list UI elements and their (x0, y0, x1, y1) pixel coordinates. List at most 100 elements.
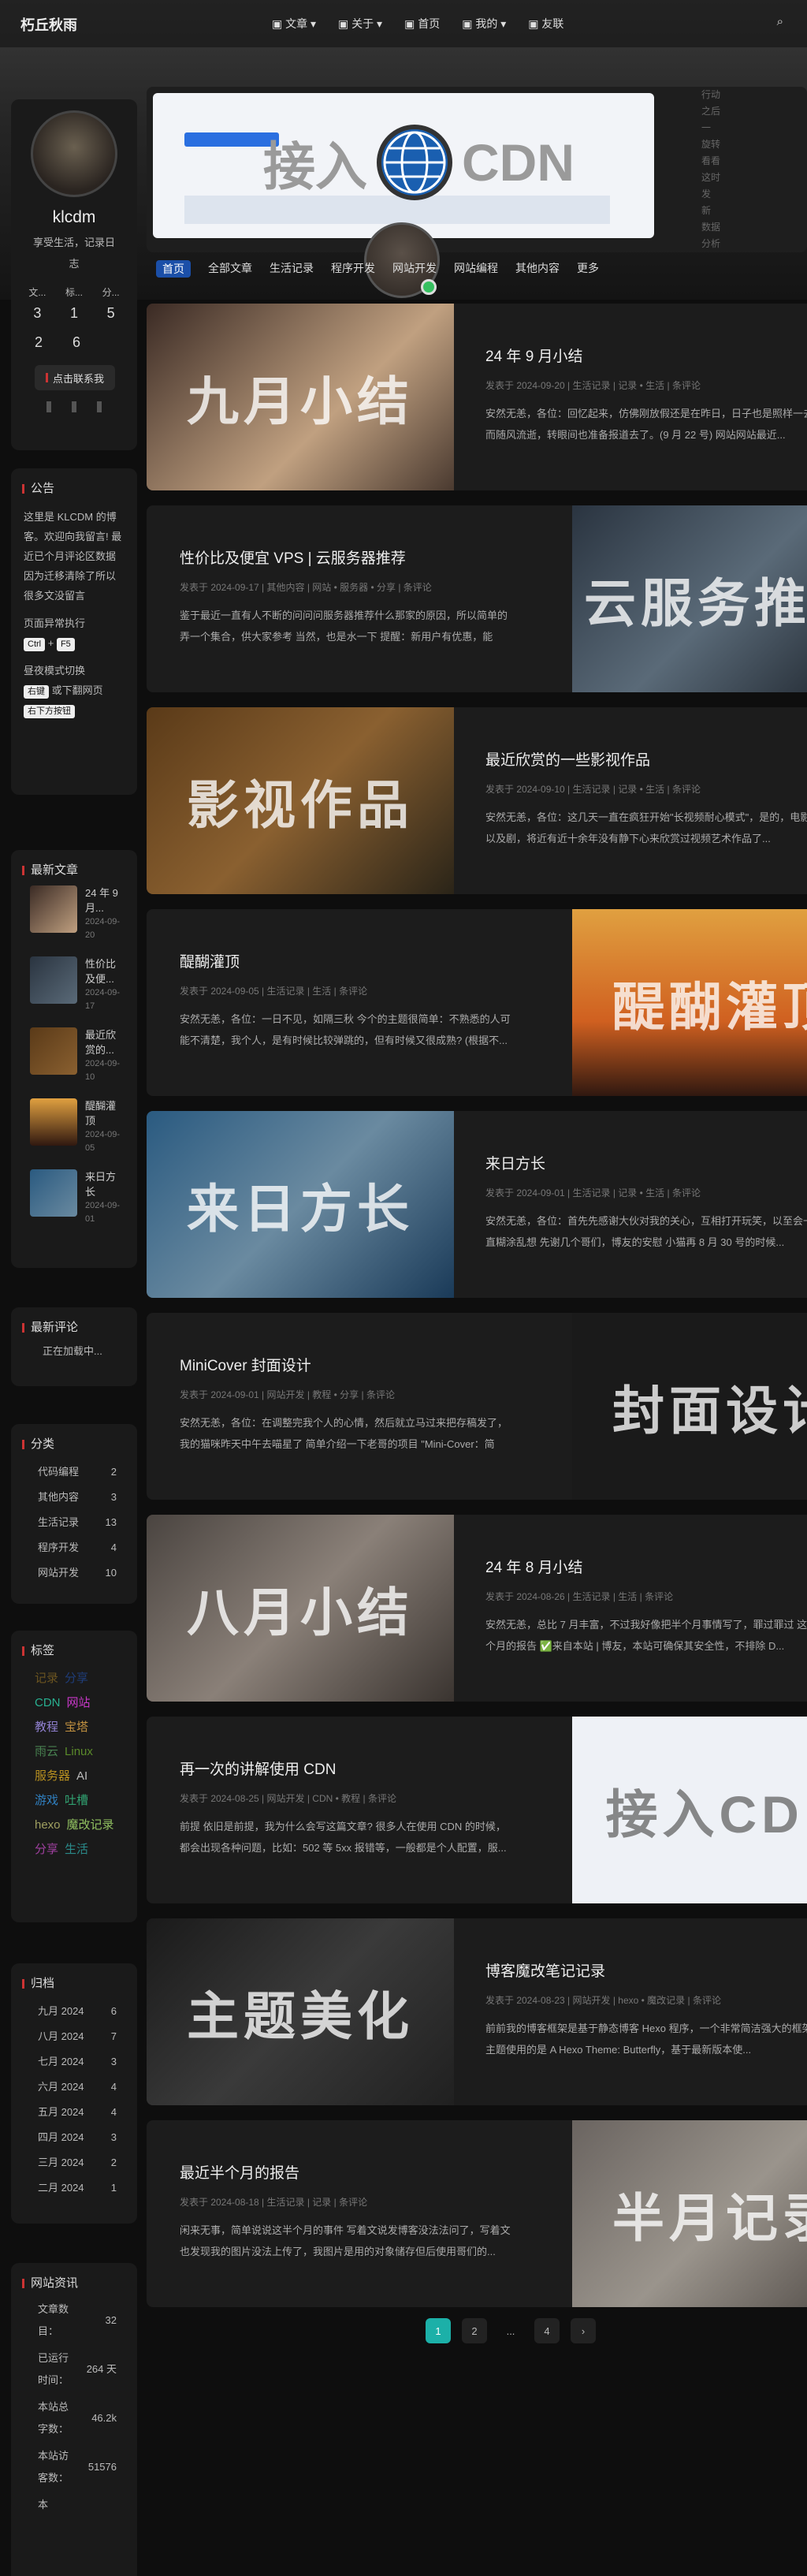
profile-stats-values-2: 26 (35, 334, 81, 350)
category-item[interactable]: 生活记录 13 (11, 1510, 137, 1535)
tag-item[interactable]: 教程 (35, 1720, 58, 1734)
post-card[interactable]: 来日方长 来日方长 发表于 2024-09-01 | 生活记录 | 记录 • 生活… (147, 1111, 807, 1298)
tag-item[interactable]: 魔改记录 (67, 1818, 114, 1832)
post-card[interactable]: 影视作品 最近欣赏的一些影视作品 发表于 2024-09-10 | 生活记录 | … (147, 707, 807, 894)
recent-thumb (30, 1169, 77, 1217)
tag-item[interactable]: 服务器 (35, 1769, 70, 1783)
tab-web[interactable]: 网站开发 (392, 260, 437, 278)
social-icon-3[interactable] (97, 401, 102, 412)
notice-keys-1: Ctrl + F5 (11, 633, 137, 653)
post-title[interactable]: 来日方长 (485, 1152, 807, 1173)
post-excerpt: 安然无恙，各位：一日不见，如隔三秋 今个的主题很简单：不熟悉的人可能不清楚，我个… (180, 1013, 511, 1046)
nav-item-mine[interactable]: ▣ 我的 ▾ (462, 16, 506, 32)
featured-banner[interactable]: 接入 CDN 行动 之后一旋转 看看 这时发新数据 分析 (147, 87, 807, 252)
site-info-title: 网站资讯 (22, 2274, 137, 2291)
notice-card: 公告 这里是 KLCDM 的博客。欢迎向我留言! 最近已个月评论区数据因为迁移清… (11, 468, 137, 795)
notice-keys-2: 右键 或下翻网页 (11, 680, 137, 700)
post-card[interactable]: 封面设计 MiniCover 封面设计发表于 2024-09-01 | 网站开发… (147, 1313, 807, 1500)
archive-item[interactable]: 六月 2024 4 (11, 2075, 137, 2100)
tag-item[interactable]: 分享 (35, 1843, 58, 1856)
post-title[interactable]: 24 年 9 月小结 (485, 345, 807, 366)
comments-title: 最新评论 (22, 1318, 137, 1335)
archive-item[interactable]: 七月 2024 3 (11, 2049, 137, 2075)
list-item[interactable]: 最近欣赏的... 2024-09-10 (30, 1027, 126, 1084)
page-4[interactable]: 4 (534, 2318, 560, 2343)
post-title[interactable]: 最近欣赏的一些影视作品 (485, 748, 807, 770)
archive-item[interactable]: 二月 2024 1 (11, 2175, 137, 2201)
tag-item[interactable]: 生活 (65, 1843, 88, 1856)
tab-program[interactable]: 程序开发 (331, 260, 375, 278)
post-cover: 封面设计 (572, 1313, 807, 1500)
social-icon-1[interactable] (46, 401, 51, 412)
post-title[interactable]: 博客魔改笔记记录 (485, 1959, 807, 1981)
post-card[interactable]: 八月小结 24 年 8 月小结 发表于 2024-08-26 | 生活记录 | 生… (147, 1515, 807, 1702)
post-card[interactable]: 云服务推荐 性价比及便宜 VPS | 云服务器推荐发表于 2024-09-17 … (147, 505, 807, 692)
nav-item-friends[interactable]: ▣ 友联 (528, 16, 563, 32)
tab-more[interactable]: 更多 (577, 260, 599, 278)
post-title[interactable]: MiniCover 封面设计 (180, 1354, 511, 1375)
comments-card: 最新评论 正在加载中... (11, 1307, 137, 1386)
post-title[interactable]: 24 年 8 月小结 (485, 1556, 807, 1577)
nav-item-articles[interactable]: ▣ 文章 ▾ (272, 16, 316, 32)
post-title[interactable]: 最近半个月的报告 (180, 2161, 511, 2183)
tag-item[interactable]: AI (76, 1769, 87, 1783)
tab-life[interactable]: 生活记录 (270, 260, 314, 278)
tab-other[interactable]: 其他内容 (515, 260, 560, 278)
post-card[interactable]: 醍醐灌顶 醍醐灌顶发表于 2024-09-05 | 生活记录 | 生活 | 条评… (147, 909, 807, 1096)
tab-home[interactable]: 首页 (156, 260, 191, 278)
post-card[interactable]: 九月小结 24 年 9 月小结 发表于 2024-09-20 | 生活记录 | 记… (147, 304, 807, 490)
avatar[interactable] (31, 110, 117, 197)
nav-item-about[interactable]: ▣ 关于 ▾ (338, 16, 382, 32)
tag-item[interactable]: 雨云 (35, 1745, 58, 1758)
recent-title: 最新文章 (22, 861, 137, 878)
tag-item[interactable]: 游戏 (35, 1794, 58, 1807)
category-item[interactable]: 网站开发 10 (11, 1560, 137, 1586)
contact-button[interactable]: 点击联系我 (35, 365, 115, 390)
post-title[interactable]: 性价比及便宜 VPS | 云服务器推荐 (180, 546, 511, 568)
ctrl-key: Ctrl (24, 638, 46, 651)
post-title[interactable]: 再一次的讲解使用 CDN (180, 1758, 511, 1779)
tag-item[interactable]: hexo (35, 1818, 61, 1832)
list-item[interactable]: 醍醐灌顶 2024-09-05 (30, 1098, 126, 1155)
page-2[interactable]: 2 (462, 2318, 487, 2343)
list-item[interactable]: 24 年 9 月... 2024-09-20 (30, 885, 126, 942)
next-page-button[interactable]: › (571, 2318, 596, 2343)
contact-icon (45, 373, 48, 382)
tag-item[interactable]: Linux (65, 1745, 93, 1758)
post-excerpt: 前前我的博客框架是基于静态博客 Hexo 程序，一个非常简洁强大的框架 主题使用… (485, 2022, 807, 2056)
tab-all-posts[interactable]: 全部文章 (208, 260, 252, 278)
post-card[interactable]: 半月记录 最近半个月的报告发表于 2024-08-18 | 生活记录 | 记录 … (147, 2120, 807, 2307)
post-card[interactable]: 接入CDN 再一次的讲解使用 CDN 发表于 2024-08-25 | 网站开发 … (147, 1717, 807, 1903)
post-meta: 发表于 2024-09-17 | 其他内容 | 网站 • 服务器 • 分享 | … (180, 582, 432, 593)
tag-item[interactable]: 宝塔 (65, 1720, 88, 1734)
tab-coding[interactable]: 网站编程 (454, 260, 498, 278)
archive-item[interactable]: 四月 2024 3 (11, 2125, 137, 2150)
tag-item[interactable]: 记录 (35, 1672, 58, 1685)
archive-item[interactable]: 五月 2024 4 (11, 2100, 137, 2125)
tag-item[interactable]: 吐槽 (65, 1794, 88, 1807)
banner-image: 接入 CDN (153, 93, 654, 238)
search-icon[interactable]: ⌕ (777, 15, 783, 28)
archive-item[interactable]: 三月 2024 2 (11, 2150, 137, 2175)
tag-item[interactable]: 分享 (65, 1672, 88, 1685)
nav-item-home[interactable]: ▣ 首页 (404, 16, 440, 32)
category-item[interactable]: 其他内容 3 (11, 1485, 137, 1510)
category-item[interactable]: 代码编程 2 (11, 1459, 137, 1485)
post-excerpt: 鉴于最近一直有人不断的问问问服务器推荐什么那家的原因，所以简单的弄一个集合，供大… (180, 610, 508, 643)
categories-title: 分类 (22, 1435, 137, 1452)
notice-title: 公告 (22, 479, 137, 496)
tag-item[interactable]: 网站 (67, 1696, 91, 1709)
site-brand[interactable]: 朽丘秋雨 (20, 14, 77, 35)
social-icon-2[interactable] (72, 401, 76, 412)
post-cover: 半月记录 (572, 2120, 807, 2307)
list-item[interactable]: 来日方长 2024-09-01 (30, 1169, 126, 1226)
list-item[interactable]: 性价比及便... 2024-09-17 (30, 956, 126, 1013)
page-1[interactable]: 1 (426, 2318, 451, 2343)
archive-item[interactable]: 八月 2024 7 (11, 2024, 137, 2049)
post-title[interactable]: 醍醐灌顶 (180, 950, 511, 971)
tag-item[interactable]: CDN (35, 1696, 61, 1709)
category-item[interactable]: 程序开发 4 (11, 1535, 137, 1560)
archive-item[interactable]: 九月 2024 6 (11, 1999, 137, 2024)
post-card[interactable]: 主题美化 博客魔改笔记记录 发表于 2024-08-23 | 网站开发 | hex… (147, 1918, 807, 2105)
post-cover: 接入CDN (572, 1717, 807, 1903)
